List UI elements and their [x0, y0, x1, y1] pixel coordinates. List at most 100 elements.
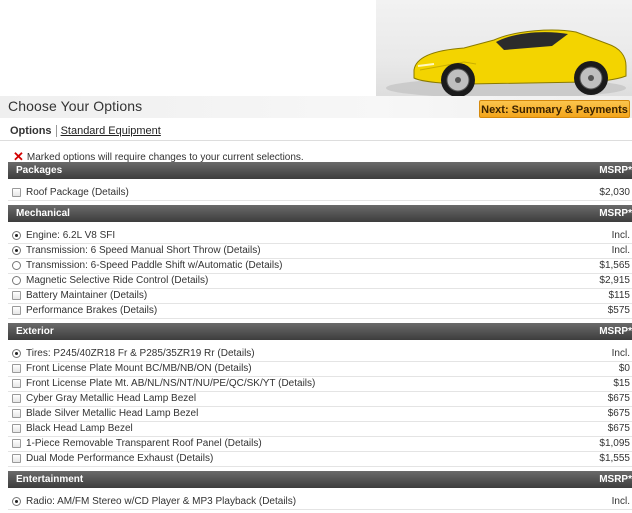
option-label: Roof Package (Details) [26, 186, 129, 200]
option-row: Front License Plate Mt. AB/NL/NS/NT/NU/P… [8, 377, 632, 392]
page-title: Choose Your Options [8, 98, 143, 114]
option-label: Magnetic Selective Ride Control (Details… [26, 274, 208, 288]
option-row: Cyber Gray Metallic Head Lamp Bezel $675 [8, 392, 632, 407]
option-label: Front License Plate Mount BC/MB/NB/ON (D… [26, 362, 252, 376]
option-row: Battery Maintainer (Details) $115 [8, 289, 632, 304]
option-price: $675 [607, 423, 630, 434]
option-name: Engine: 6.2L V8 SFI [26, 230, 116, 241]
tab-options[interactable]: Options [10, 125, 57, 137]
msrp-column-label: MSRP* [599, 326, 632, 337]
option-label: Transmission: 6 Speed Manual Short Throw… [26, 244, 261, 258]
option-price: $1,555 [599, 453, 630, 464]
details-link[interactable]: (Details) [278, 378, 315, 389]
option-price: Incl. [611, 245, 630, 256]
option-radio[interactable] [12, 497, 21, 506]
details-link[interactable]: (Details) [259, 496, 296, 507]
option-label: Tires: P245/40ZR18 Fr & P285/35ZR19 Rr (… [26, 347, 255, 361]
section-header-exterior: Exterior MSRP* [8, 323, 632, 340]
yellow-convertible-car-image [386, 29, 627, 98]
details-link[interactable]: (Details) [245, 260, 282, 271]
details-link[interactable]: (Details) [224, 438, 261, 449]
option-name: Front License Plate Mt. AB/NL/NS/NT/NU/P… [26, 378, 276, 389]
msrp-column-label: MSRP* [599, 165, 632, 176]
option-row: Transmission: 6-Speed Paddle Shift w/Aut… [8, 259, 632, 274]
option-label: Black Head Lamp Bezel [26, 422, 133, 436]
option-radio[interactable] [12, 261, 21, 270]
option-price: $15 [613, 378, 630, 389]
option-price: $1,095 [599, 438, 630, 449]
option-name: Radio: AM/FM Stereo w/CD Player & MP3 Pl… [26, 496, 257, 507]
option-name: Blade Silver Metallic Head Lamp Bezel [26, 408, 199, 419]
details-link[interactable]: (Details) [217, 348, 254, 359]
option-checkbox[interactable] [12, 424, 21, 433]
option-label: 1-Piece Removable Transparent Roof Panel… [26, 437, 262, 451]
option-name: Battery Maintainer [26, 290, 108, 301]
option-checkbox[interactable] [12, 364, 21, 373]
option-checkbox[interactable] [12, 394, 21, 403]
option-row: Roof Package (Details) $2,030 [8, 186, 632, 201]
option-row: Tires: P245/40ZR18 Fr & P285/35ZR19 Rr (… [8, 347, 632, 362]
section-title: Mechanical [16, 208, 70, 219]
option-name: Magnetic Selective Ride Control [26, 275, 169, 286]
option-radio[interactable] [12, 349, 21, 358]
section-header-mechanical: Mechanical MSRP* [8, 205, 632, 222]
details-link[interactable]: (Details) [214, 363, 251, 374]
option-label: Engine: 6.2L V8 SFI [26, 229, 115, 243]
section-title: Packages [16, 165, 63, 176]
option-name: Dual Mode Performance Exhaust [26, 453, 174, 464]
section-header-entertainment: Entertainment MSRP* [8, 471, 632, 488]
option-row: Radio: AM/FM Stereo w/CD Player & MP3 Pl… [8, 495, 632, 510]
option-label: Cyber Gray Metallic Head Lamp Bezel [26, 392, 196, 406]
option-label: Dual Mode Performance Exhaust (Details) [26, 452, 213, 466]
details-link[interactable]: (Details) [171, 275, 208, 286]
section-title: Entertainment [16, 474, 84, 485]
section-title: Exterior [16, 326, 54, 337]
details-link[interactable]: (Details) [223, 245, 260, 256]
details-link[interactable]: (Details) [176, 453, 213, 464]
options-tabs: Options Standard Equipment [10, 125, 161, 137]
option-label: Performance Brakes (Details) [26, 304, 157, 318]
option-row: Black Head Lamp Bezel $675 [8, 422, 632, 437]
option-row: Engine: 6.2L V8 SFI Incl. [8, 229, 632, 244]
msrp-column-label: MSRP* [599, 474, 632, 485]
tabs-divider [0, 140, 632, 141]
option-label: Transmission: 6-Speed Paddle Shift w/Aut… [26, 259, 282, 273]
option-radio[interactable] [12, 276, 21, 285]
option-price: $115 [608, 290, 630, 301]
details-link[interactable]: (Details) [110, 290, 147, 301]
option-name: Cyber Gray Metallic Head Lamp Bezel [26, 393, 197, 404]
option-checkbox[interactable] [12, 409, 21, 418]
option-name: Transmission: 6 Speed Manual Short Throw [26, 245, 221, 256]
option-row: Blade Silver Metallic Head Lamp Bezel $67… [8, 407, 632, 422]
option-radio[interactable] [12, 231, 21, 240]
option-radio[interactable] [12, 246, 21, 255]
option-price: Incl. [611, 348, 630, 359]
option-checkbox[interactable] [12, 454, 21, 463]
option-row: Dual Mode Performance Exhaust (Details) $… [8, 452, 632, 467]
option-price: $675 [607, 408, 630, 419]
option-name: Roof Package [26, 187, 89, 198]
option-checkbox[interactable] [12, 379, 21, 388]
option-price: $2,030 [599, 187, 630, 198]
option-label: Battery Maintainer (Details) [26, 289, 147, 303]
msrp-column-label: MSRP* [599, 208, 632, 219]
option-price: $0 [618, 363, 630, 374]
option-price: $1,565 [599, 260, 630, 271]
option-checkbox[interactable] [12, 439, 21, 448]
option-checkbox[interactable] [12, 188, 21, 197]
option-label: Blade Silver Metallic Head Lamp Bezel [26, 407, 198, 421]
option-checkbox[interactable] [12, 306, 21, 315]
option-checkbox[interactable] [12, 291, 21, 300]
option-name: Tires: P245/40ZR18 Fr & P285/35ZR19 Rr [26, 348, 215, 359]
option-row: 1-Piece Removable Transparent Roof Panel… [8, 437, 632, 452]
option-price: Incl. [611, 230, 630, 241]
details-link[interactable]: (Details) [92, 187, 129, 198]
option-name: Black Head Lamp Bezel [26, 423, 133, 434]
option-row: Transmission: 6 Speed Manual Short Throw… [8, 244, 632, 259]
next-summary-payments-button[interactable]: Next: Summary & Payments [479, 100, 630, 118]
option-label: Radio: AM/FM Stereo w/CD Player & MP3 Pl… [26, 495, 296, 509]
option-name: Transmission: 6-Speed Paddle Shift w/Aut… [26, 260, 243, 271]
tab-standard-equipment[interactable]: Standard Equipment [57, 125, 161, 137]
details-link[interactable]: (Details) [120, 305, 157, 316]
option-price: $575 [607, 305, 630, 316]
